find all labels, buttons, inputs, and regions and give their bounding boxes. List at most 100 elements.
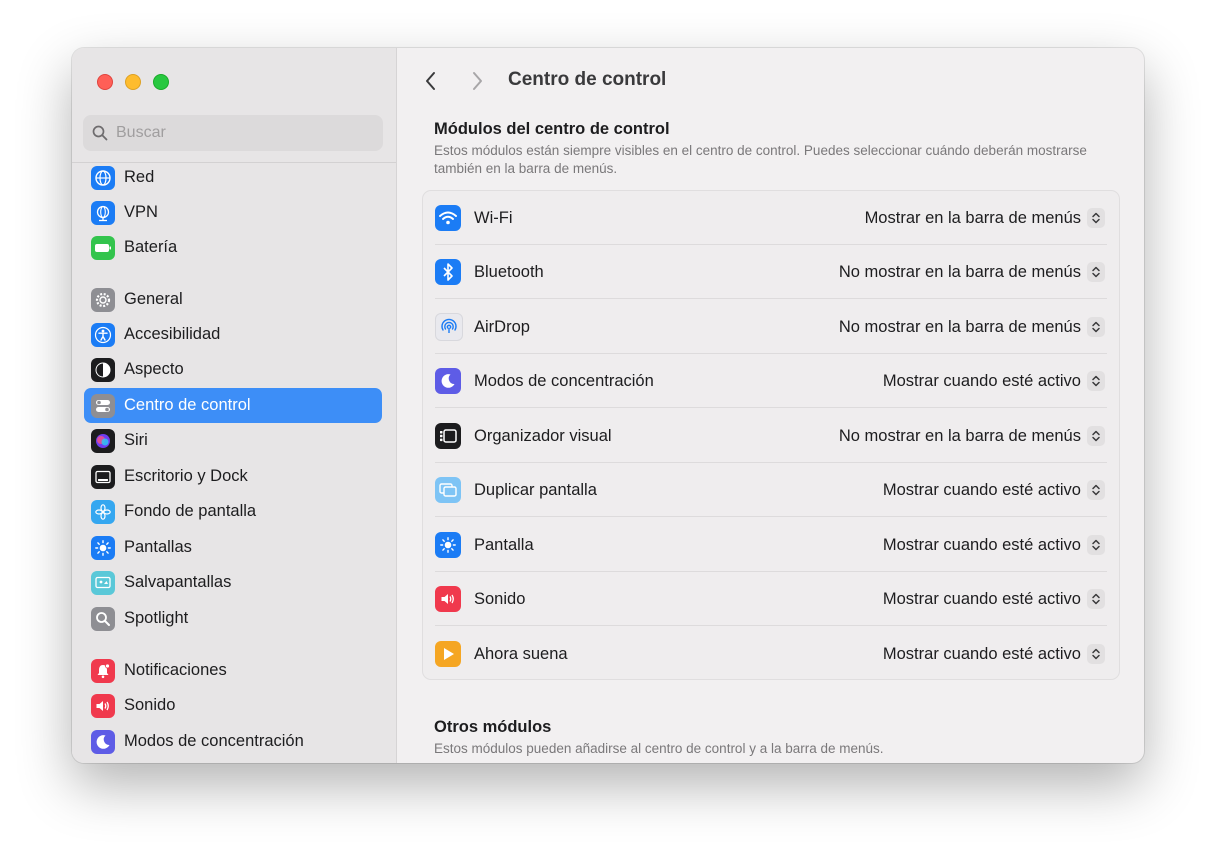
row-label: Organizador visual [474, 426, 612, 445]
sidebar-item-label: Centro de control [124, 396, 251, 414]
sidebar-item-siri[interactable]: Siri [84, 423, 382, 458]
row-label: Bluetooth [474, 262, 544, 281]
menubar-visibility-select[interactable]: Mostrar cuando esté activo [883, 480, 1105, 500]
chevron-updown-icon [1087, 317, 1105, 337]
select-value: Mostrar cuando esté activo [882, 371, 1081, 390]
row-divider [435, 516, 1107, 517]
sidebar-item-label: Spotlight [124, 609, 189, 627]
window-controls [97, 74, 169, 90]
page-title: Centro de control [508, 69, 667, 90]
list-item: Pantalla Mostrar cuando esté activo [423, 518, 1119, 572]
speaker-icon [435, 586, 461, 612]
row-label: Duplicar pantalla [474, 480, 597, 499]
screen-mirroring-icon [435, 477, 461, 503]
select-value: Mostrar cuando esté activo [882, 644, 1081, 663]
menubar-visibility-select[interactable]: No mostrar en la barra de menús [839, 317, 1105, 337]
list-item: Ahora suena Mostrar cuando esté activo [423, 627, 1119, 681]
menubar-visibility-select[interactable]: Mostrar cuando esté activo [883, 644, 1105, 664]
forward-button[interactable] [469, 70, 485, 97]
sidebar-item-label: General [124, 290, 183, 308]
row-divider [435, 298, 1107, 299]
row-divider [435, 625, 1107, 626]
list-item: Modos de concentración Mostrar cuando es… [423, 354, 1119, 408]
sidebar-item-modos-de-concentracion[interactable]: Modos de concentración [84, 724, 382, 759]
select-value: Mostrar cuando esté activo [882, 535, 1081, 554]
sidebar-item-red[interactable]: Red [84, 160, 382, 195]
sidebar-item-pantallas[interactable]: Pantallas [84, 530, 382, 565]
bluetooth-icon [435, 259, 461, 285]
dock-icon [91, 464, 115, 489]
menubar-visibility-select[interactable]: Mostrar cuando esté activo [883, 589, 1105, 609]
menubar-visibility-select[interactable]: Mostrar cuando esté activo [883, 371, 1105, 391]
select-value: No mostrar en la barra de menús [838, 262, 1081, 281]
sidebar-item-label: Notificaciones [124, 661, 227, 679]
sidebar-item-spotlight[interactable]: Spotlight [84, 601, 382, 636]
select-value: Mostrar en la barra de menús [864, 208, 1081, 227]
moon-icon [435, 368, 461, 394]
list-item: Sonido Mostrar cuando esté activo [423, 572, 1119, 626]
close-button[interactable] [97, 74, 113, 90]
row-label: AirDrop [474, 317, 530, 336]
menubar-visibility-select[interactable]: Mostrar cuando esté activo [883, 535, 1105, 555]
moon-icon [91, 729, 115, 754]
menubar-visibility-select[interactable]: Mostrar en la barra de menús [865, 208, 1105, 228]
modules-section-title: Módulos del centro de control [434, 120, 670, 138]
chevron-updown-icon [1087, 589, 1105, 609]
menubar-visibility-select[interactable]: No mostrar en la barra de menús [839, 262, 1105, 282]
sidebar-item-label: Modos de concentración [124, 732, 304, 750]
zoom-button[interactable] [153, 74, 169, 90]
sidebar: Buscar Red VPN Batería General Accesibil… [72, 48, 397, 763]
sun-icon [91, 535, 115, 560]
chevron-right-icon [473, 72, 482, 90]
list-item: Duplicar pantalla Mostrar cuando esté ac… [423, 463, 1119, 517]
siri-icon [91, 428, 115, 453]
airdrop-icon [435, 313, 463, 341]
chevron-updown-icon [1087, 371, 1105, 391]
magnifier-icon [91, 606, 115, 631]
menubar-visibility-select[interactable]: No mostrar en la barra de menús [839, 426, 1105, 446]
sidebar-item-label: Escritorio y Dock [124, 467, 248, 485]
chevron-updown-icon [1087, 644, 1105, 664]
chevron-updown-icon [1087, 208, 1105, 228]
settings-window: Buscar Red VPN Batería General Accesibil… [72, 48, 1144, 763]
back-button[interactable] [423, 70, 439, 97]
stage-manager-icon [435, 423, 461, 449]
sidebar-item-label: Salvapantallas [124, 573, 232, 591]
accessibility-icon [91, 322, 115, 347]
toggles-icon [91, 393, 115, 418]
sidebar-item-label: VPN [124, 203, 158, 221]
search-input[interactable]: Buscar [116, 124, 166, 142]
select-value: No mostrar en la barra de menús [838, 317, 1081, 336]
screensaver-icon [91, 570, 115, 595]
search-field[interactable]: Buscar [83, 115, 383, 151]
bell-icon [91, 658, 115, 683]
sidebar-item-general[interactable]: General [84, 282, 382, 317]
sidebar-item-salvapantallas[interactable]: Salvapantallas [84, 565, 382, 600]
row-label: Modos de concentración [474, 371, 654, 390]
content-pane: Centro de control Módulos del centro de … [397, 48, 1144, 763]
row-label: Sonido [474, 589, 526, 608]
modules-list: Wi-Fi Mostrar en la barra de menús Bluet… [422, 190, 1120, 680]
sidebar-item-label: Sonido [124, 696, 176, 714]
sidebar-item-fondo-de-pantalla[interactable]: Fondo de pantalla [84, 494, 382, 529]
sidebar-item-vpn[interactable]: VPN [84, 195, 382, 230]
select-value: No mostrar en la barra de menús [838, 426, 1081, 445]
sidebar-item-label: Accesibilidad [124, 325, 221, 343]
appearance-icon [91, 357, 115, 382]
row-label: Wi-Fi [474, 208, 513, 227]
sidebar-item-sonido[interactable]: Sonido [84, 688, 382, 723]
list-item: Wi-Fi Mostrar en la barra de menús [423, 191, 1119, 245]
chevron-updown-icon [1087, 426, 1105, 446]
sun-icon [435, 532, 461, 558]
chevron-updown-icon [1087, 262, 1105, 282]
sidebar-item-escritorio-y-dock[interactable]: Escritorio y Dock [84, 459, 382, 494]
row-label: Pantalla [474, 535, 534, 554]
list-item: Organizador visual No mostrar en la barr… [423, 409, 1119, 463]
flower-icon [91, 499, 115, 524]
sidebar-item-bateria[interactable]: Batería [84, 230, 382, 265]
sidebar-item-centro-de-control[interactable]: Centro de control [84, 388, 382, 423]
minimize-button[interactable] [125, 74, 141, 90]
sidebar-item-notificaciones[interactable]: Notificaciones [84, 653, 382, 688]
sidebar-item-aspecto[interactable]: Aspecto [84, 352, 382, 387]
sidebar-item-accesibilidad[interactable]: Accesibilidad [84, 317, 382, 352]
